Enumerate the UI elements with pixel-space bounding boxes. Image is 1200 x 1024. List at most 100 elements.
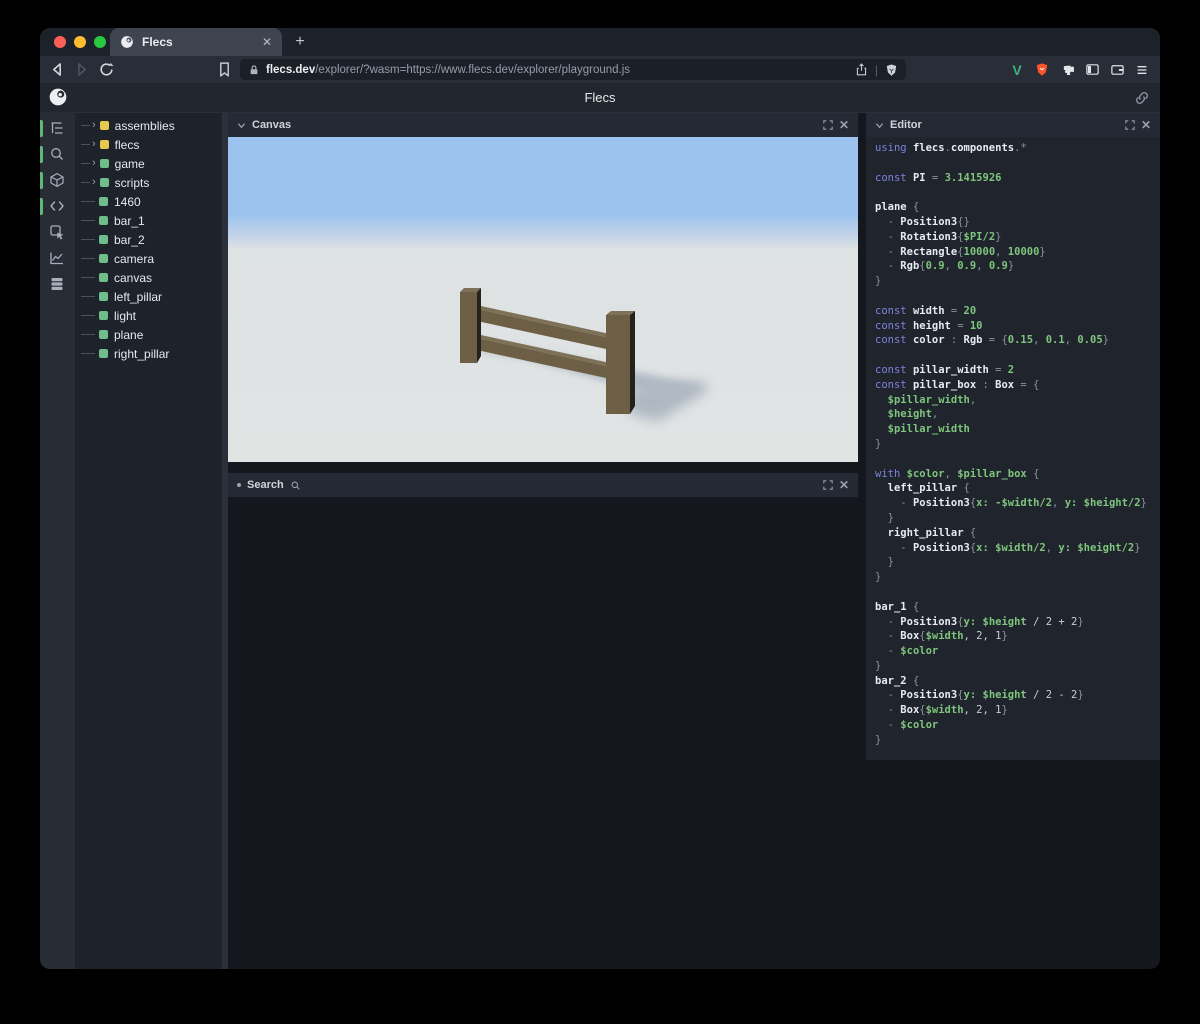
window-zoom-button[interactable] [94,36,106,48]
menu-icon[interactable] [1134,62,1150,78]
code-line[interactable]: const height = 10 [875,319,1160,334]
code-line[interactable] [875,585,1160,600]
code-line[interactable]: left_pillar { [875,481,1160,496]
code-line[interactable] [875,185,1160,200]
code-line[interactable]: } [875,733,1160,748]
tree-item[interactable]: canvas [75,268,222,287]
code-line[interactable]: const pillar_width = 2 [875,363,1160,378]
reload-button[interactable] [98,61,115,78]
entity-tree-panel: › assemblies › flecs › game › scripts 1460 bar_1 b… [75,113,222,969]
code-line[interactable]: $pillar_width, [875,393,1160,408]
new-tab-button[interactable]: + [290,32,310,52]
code-line[interactable]: bar_1 { [875,600,1160,615]
code-line[interactable]: - Box{$width, 2, 1} [875,629,1160,644]
code-line[interactable]: const pillar_box : Box = { [875,378,1160,393]
brave-shields-icon[interactable] [885,63,898,77]
code-line[interactable]: - $color [875,644,1160,659]
3d-canvas[interactable] [228,137,858,462]
code-line[interactable]: } [875,437,1160,452]
code-line[interactable]: right_pillar { [875,526,1160,541]
brave-rewards-icon[interactable] [1034,62,1050,78]
code-line[interactable]: - Position3{x: $width/2, y: $height/2} [875,541,1160,556]
chevron-down-icon[interactable] [237,121,246,130]
bookmark-icon[interactable] [216,61,233,78]
link-icon[interactable] [1134,90,1150,106]
code-line[interactable]: } [875,555,1160,570]
tree-item[interactable]: › flecs [75,135,222,154]
cube-icon-button[interactable] [40,170,75,192]
code-line[interactable]: - Position3{y: $height / 2 - 2} [875,688,1160,703]
search-icon-button[interactable] [40,144,75,166]
share-icon[interactable] [855,63,868,76]
inspect-icon-button[interactable] [40,222,75,244]
entity-kind-square [99,330,108,339]
entity-tree: › assemblies › flecs › game › scripts 1460 bar_1 b… [75,113,222,363]
tree-item[interactable]: › game [75,154,222,173]
code-line[interactable]: - Position3{y: $height / 2 + 2} [875,615,1160,630]
close-icon[interactable]: ✕ [839,119,849,131]
code-line[interactable]: - Position3{x: -$width/2, y: $height/2} [875,496,1160,511]
window-minimize-button[interactable] [74,36,86,48]
tree-item[interactable]: › assemblies [75,116,222,135]
code-line[interactable]: const width = 20 [875,304,1160,319]
code-line[interactable] [875,348,1160,363]
code-line[interactable]: const color : Rgb = {0.15, 0.1, 0.05} [875,333,1160,348]
expand-icon[interactable] [823,480,833,490]
extensions-puzzle-icon[interactable] [1059,62,1075,78]
tree-item[interactable]: camera [75,249,222,268]
tree-item[interactable]: left_pillar [75,287,222,306]
stats-icon-button[interactable] [40,248,75,270]
forward-button[interactable] [73,61,90,78]
back-button[interactable] [49,61,66,78]
code-line[interactable]: - Rgb{0.9, 0.9, 0.9} [875,259,1160,274]
expand-arrow-icon[interactable]: › [92,157,96,169]
tree-connector [81,163,90,164]
tables-icon-button[interactable] [40,274,75,296]
tree-item[interactable]: right_pillar [75,344,222,363]
browser-tab[interactable]: Flecs ✕ [110,28,282,56]
url-bar[interactable]: flecs.dev/explorer/?wasm=https://www.fle… [240,59,906,80]
sidebar-toggle-icon[interactable] [1084,62,1100,78]
code-line[interactable]: using flecs.components.* [875,141,1160,156]
code-line[interactable]: - Rectangle{10000, 10000} [875,245,1160,260]
code-line[interactable] [875,289,1160,304]
entity-kind-square [99,292,108,301]
code-line[interactable] [875,452,1160,467]
code-line[interactable]: const PI = 3.1415926 [875,171,1160,186]
code-line[interactable]: - Position3{} [875,215,1160,230]
tree-item[interactable]: plane [75,325,222,344]
script-editor[interactable]: using flecs.components.* const PI = 3.14… [866,137,1160,760]
entity-label: scripts [114,175,150,190]
tree-item[interactable]: 1460 [75,192,222,211]
code-icon-button[interactable] [40,196,75,218]
expand-icon[interactable] [823,120,833,130]
code-line[interactable]: plane { [875,200,1160,215]
expand-arrow-icon[interactable]: › [92,138,96,150]
code-line[interactable]: $height, [875,407,1160,422]
expand-arrow-icon[interactable]: › [92,176,96,188]
code-line[interactable]: } [875,659,1160,674]
tab-close-icon[interactable]: ✕ [262,36,272,48]
tree-item[interactable]: bar_2 [75,230,222,249]
tree-item[interactable]: bar_1 [75,211,222,230]
collapsed-indicator-icon[interactable] [237,483,241,487]
tree-item[interactable]: › scripts [75,173,222,192]
code-line[interactable]: - Box{$width, 2, 1} [875,703,1160,718]
code-line[interactable]: - Rotation3{$PI/2} [875,230,1160,245]
vue-devtools-icon[interactable]: V [1009,62,1025,78]
expand-arrow-icon[interactable]: › [92,119,96,131]
window-close-button[interactable] [54,36,66,48]
tree-item[interactable]: light [75,306,222,325]
code-line[interactable]: - $color [875,718,1160,733]
tree-connector [81,353,95,354]
code-line[interactable]: } [875,274,1160,289]
code-line[interactable]: bar_2 { [875,674,1160,689]
code-line[interactable] [875,156,1160,171]
code-line[interactable]: } [875,511,1160,526]
code-line[interactable]: } [875,570,1160,585]
code-line[interactable]: $pillar_width [875,422,1160,437]
hierarchy-icon-button[interactable] [40,118,75,140]
code-line[interactable]: with $color, $pillar_box { [875,467,1160,482]
wallet-icon[interactable] [1109,62,1125,78]
close-icon[interactable]: ✕ [839,479,849,491]
